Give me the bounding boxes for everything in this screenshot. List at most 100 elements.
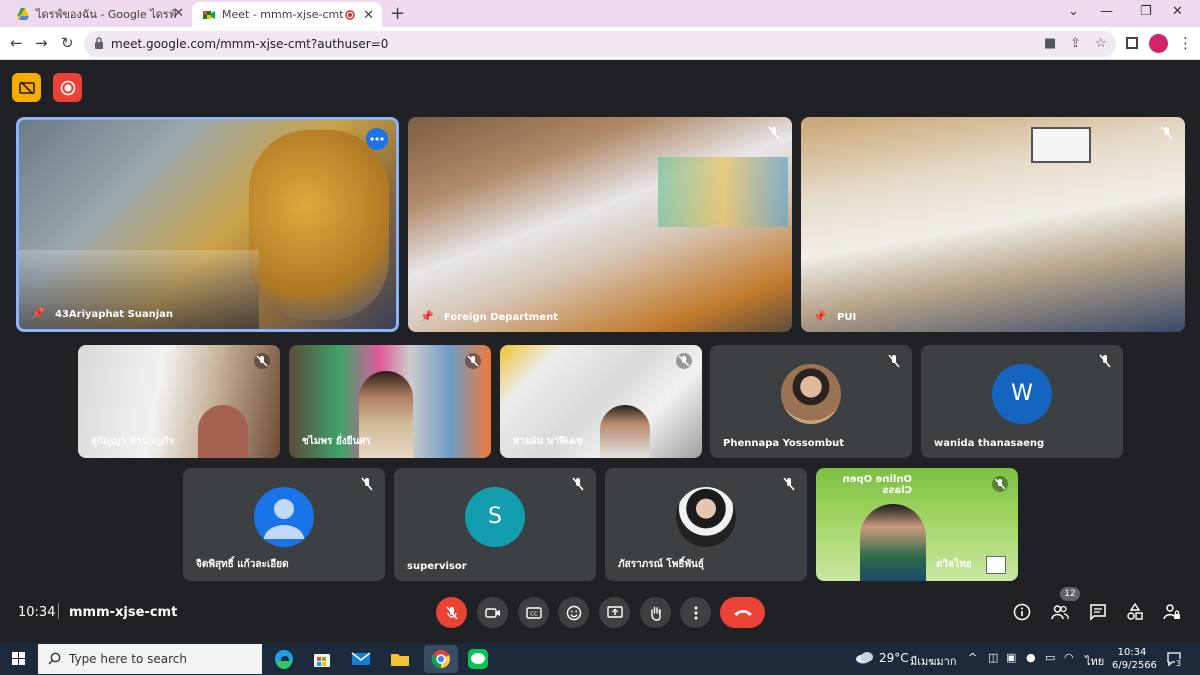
video-content: [198, 405, 248, 458]
video-tile-pui[interactable]: 📌 PUI: [801, 117, 1185, 332]
participant-name: ชไมพร ยั่งยืนศร: [302, 436, 372, 447]
divider: [58, 603, 59, 619]
mic-off-icon: [888, 354, 900, 368]
svg-text:CC: CC: [530, 611, 538, 617]
host-controls-button[interactable]: [1162, 602, 1182, 622]
battery-icon[interactable]: ▭: [1045, 651, 1055, 664]
more-vertical-icon: [694, 606, 697, 619]
video-tile-ariyaphat[interactable]: 📌 43Ariyaphat Suanjan: [16, 117, 399, 332]
close-tab-icon[interactable]: ✕: [173, 6, 184, 21]
pin-icon[interactable]: 📌: [420, 310, 434, 323]
chat-icon: [1090, 604, 1106, 621]
notifications-button[interactable]: 3: [1166, 651, 1183, 671]
video-camera-icon: [484, 607, 500, 618]
captions-button[interactable]: CC: [518, 597, 549, 628]
video-tile-sukanya[interactable]: สุกัญญา ชำนาญกิจ: [78, 345, 280, 458]
google-drive-icon: [17, 7, 29, 20]
forward-icon[interactable]: →: [35, 34, 48, 52]
reload-icon[interactable]: ↻: [61, 34, 74, 52]
pin-icon[interactable]: 📌: [813, 310, 827, 323]
mail-icon[interactable]: [349, 647, 373, 671]
pin-icon[interactable]: 📌: [31, 307, 45, 320]
leave-call-button[interactable]: [720, 597, 765, 628]
screen-banner-text: Online Open Class: [842, 474, 912, 496]
participant-name: 43Ariyaphat Suanjan: [55, 309, 174, 320]
captions-off-icon: [18, 80, 35, 95]
system-clock[interactable]: 10:34 6/9/2566: [1112, 646, 1157, 672]
browser-menu-icon[interactable]: ⋮: [1178, 34, 1193, 52]
video-tile-phennapa[interactable]: Phennapa Yossombut: [710, 345, 912, 458]
video-tile-saifon[interactable]: สายฝน นาฬิเดช: [500, 345, 702, 458]
back-icon[interactable]: ←: [10, 34, 23, 52]
video-tile-dawilthai[interactable]: Online Open Class ดวิลไทย: [816, 468, 1018, 581]
video-tile-supervisor[interactable]: S supervisor: [394, 468, 596, 581]
microsoft-store-icon[interactable]: [310, 647, 334, 671]
tray-meet-icon[interactable]: ▣: [1006, 651, 1016, 664]
captions-off-badge[interactable]: [12, 73, 41, 102]
close-tab-icon[interactable]: ✕: [363, 8, 374, 23]
windows-start-icon[interactable]: [12, 652, 25, 665]
tab-google-drive[interactable]: ไดรฟ์ของฉัน - Google ไดรฟ์ ✕: [6, 0, 192, 27]
new-tab-icon[interactable]: +: [390, 3, 405, 24]
more-options-icon[interactable]: [366, 128, 388, 150]
qr-code-image: [986, 556, 1006, 574]
meeting-code: mmm-xjse-cmt: [69, 605, 178, 620]
closed-captions-icon: CC: [525, 606, 542, 619]
avatar: [676, 486, 736, 547]
system-time: 10:34: [1117, 647, 1147, 658]
video-tile-wanida[interactable]: W wanida thanasaeng: [921, 345, 1123, 458]
close-window-icon[interactable]: ✕: [1172, 4, 1183, 19]
taskbar-search-box[interactable]: Type here to search: [38, 644, 262, 674]
video-content: [860, 504, 926, 581]
tray-app-icon[interactable]: ◫: [988, 651, 998, 664]
side-panel-icon[interactable]: [1126, 37, 1138, 49]
tab-title: Meet - mmm-xjse-cmt: [222, 8, 344, 21]
activities-button[interactable]: [1125, 602, 1145, 622]
more-options-button[interactable]: [680, 597, 711, 628]
present-screen-icon: [606, 605, 623, 618]
notification-count: 3: [1175, 659, 1183, 668]
participant-name: ดวิลไทย: [936, 559, 972, 570]
search-icon: [48, 652, 61, 665]
avatar: [781, 363, 841, 424]
mic-off-icon: [768, 126, 780, 140]
chat-button[interactable]: [1088, 602, 1108, 622]
participant-name: PUI: [837, 312, 857, 323]
microphone-tray-icon[interactable]: ●: [1026, 651, 1036, 664]
file-explorer-icon[interactable]: [388, 647, 412, 671]
reactions-button[interactable]: [558, 597, 589, 628]
tab-search-icon[interactable]: ⌄: [1068, 4, 1079, 19]
default-person-icon: [254, 486, 314, 547]
meeting-details-button[interactable]: [1012, 602, 1032, 622]
people-button[interactable]: [1050, 602, 1070, 622]
wifi-icon[interactable]: ◠: [1064, 651, 1074, 664]
recording-badge[interactable]: [53, 73, 82, 102]
show-hidden-icons-icon[interactable]: ^: [968, 651, 977, 664]
chrome-taskbar-button[interactable]: [424, 645, 458, 673]
camera-toggle-button[interactable]: [477, 597, 508, 628]
omnibox[interactable]: meet.google.com/mmm-xjse-cmt?authuser=0 …: [84, 31, 1116, 57]
share-icon[interactable]: ⇪: [1070, 36, 1081, 51]
url-text[interactable]: meet.google.com/mmm-xjse-cmt?authuser=0: [111, 37, 388, 51]
tab-google-meet[interactable]: Meet - mmm-xjse-cmt ✕: [192, 2, 382, 27]
edge-browser-icon[interactable]: [272, 647, 296, 671]
video-tile-jitpisut[interactable]: จิตพิสุทธิ์ แก้วละเอียด: [183, 468, 385, 581]
restore-icon[interactable]: ❐: [1140, 4, 1152, 19]
participant-name: Phennapa Yossombut: [723, 438, 845, 449]
profile-avatar[interactable]: [1149, 34, 1168, 53]
line-app-icon[interactable]: [466, 647, 490, 671]
mic-toggle-button[interactable]: [436, 597, 467, 628]
camera-blocked-icon[interactable]: ■: [1044, 36, 1056, 51]
video-tile-patsaraporn[interactable]: ภัสราภรณ์ โพธิ์พันธุ์: [605, 468, 807, 581]
weather-temperature[interactable]: 29°C: [879, 651, 909, 665]
mic-off-icon: [465, 353, 481, 369]
bookmark-star-icon[interactable]: ☆: [1095, 36, 1107, 51]
input-language[interactable]: ไทย: [1085, 652, 1104, 670]
raise-hand-button[interactable]: [640, 597, 671, 628]
google-meet-icon: [203, 10, 215, 19]
video-tile-chamaiporn[interactable]: ชไมพร ยั่งยืนศร: [289, 345, 491, 458]
minimize-icon[interactable]: —: [1100, 4, 1113, 19]
mic-off-icon: [445, 606, 458, 619]
present-screen-button[interactable]: [599, 597, 630, 628]
video-tile-foreign-department[interactable]: 📌 Foreign Department: [408, 117, 792, 332]
